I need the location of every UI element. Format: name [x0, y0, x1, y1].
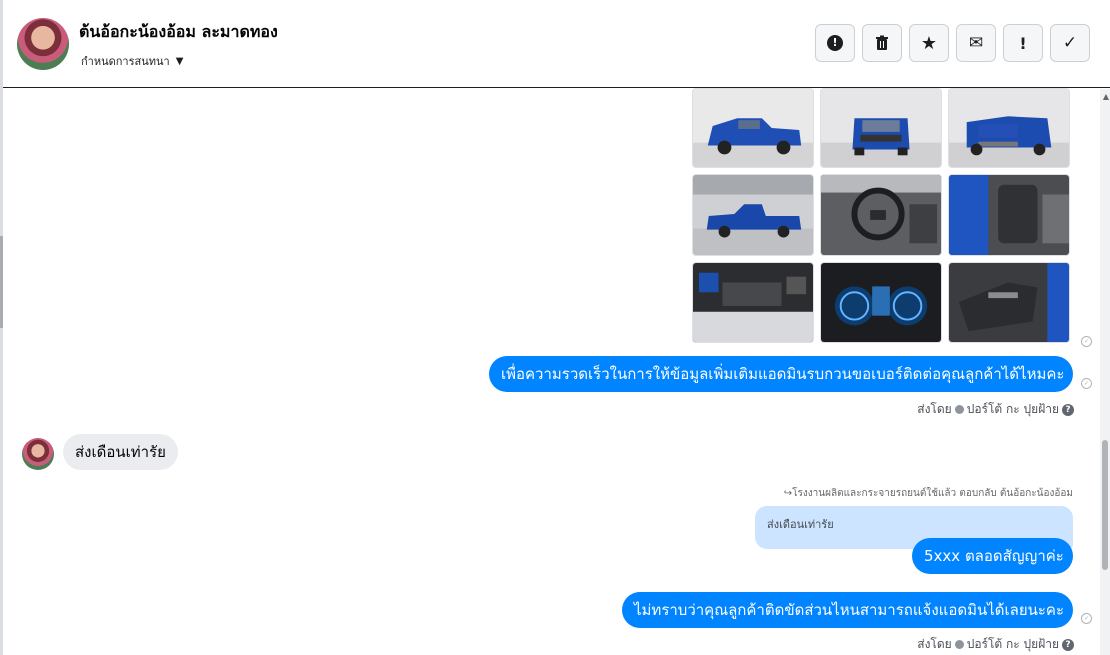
sent-by-label: ส่งโดย ปอร์โต้ กะ ปุยฝ้าย ?: [917, 635, 1074, 654]
message-outgoing[interactable]: เพื่อความรวดเร็วในการให้ข้อมูลเพิ่มเติมแ…: [489, 356, 1073, 392]
sent-by-prefix: ส่งโดย: [917, 402, 952, 416]
avatar[interactable]: [22, 438, 54, 470]
photo-driver-seat[interactable]: [948, 174, 1070, 256]
photo-grid: [692, 88, 1072, 345]
seen-check-icon: ✓: [1081, 378, 1092, 389]
scrollbar-track[interactable]: [1100, 89, 1110, 655]
alert-button[interactable]: !: [815, 24, 855, 62]
photo-steering-wheel[interactable]: [820, 174, 942, 256]
conversation-header: ต้นอ้อกะน้องอ้อม ละมาดทอง กำหนดการสนทนา …: [3, 0, 1110, 88]
scrollbar-thumb[interactable]: [1102, 440, 1108, 570]
seen-check-icon: ✓: [1081, 613, 1092, 624]
info-icon[interactable]: ?: [1062, 403, 1074, 416]
check-icon: ✓: [1062, 33, 1078, 53]
avatar[interactable]: [17, 18, 69, 70]
verified-icon: [954, 640, 964, 649]
conversation-settings[interactable]: กำหนดการสนทนา ▼: [81, 52, 183, 70]
left-panel-handle[interactable]: [0, 236, 3, 328]
photo-pickup-front[interactable]: [820, 88, 942, 168]
sent-by-prefix: ส่งโดย: [917, 637, 952, 651]
mark-unread-button[interactable]: ✉: [956, 24, 996, 62]
verified-icon: [954, 405, 964, 414]
trash-icon: [876, 35, 888, 50]
message-outgoing[interactable]: 5xxx ตลอดสัญญาค่ะ: [912, 538, 1073, 574]
photo-instrument-cluster[interactable]: [820, 262, 942, 343]
toolbar: ! ★ ✉ ! ✓: [815, 24, 1090, 62]
delete-button[interactable]: [862, 24, 902, 62]
scroll-up-arrow[interactable]: ▲: [1103, 92, 1109, 101]
photo-pickup-front-left[interactable]: [692, 88, 814, 168]
star-button[interactable]: ★: [909, 24, 949, 62]
exclamation-icon: !: [1019, 33, 1027, 53]
photo-engine-bay[interactable]: [692, 262, 814, 343]
sent-by-name[interactable]: ปอร์โต้ กะ ปุยฝ้าย: [967, 635, 1059, 654]
flag-button[interactable]: !: [1003, 24, 1043, 62]
sent-by-name[interactable]: ปอร์โต้ กะ ปุยฝ้าย: [967, 400, 1059, 419]
done-button[interactable]: ✓: [1050, 24, 1090, 62]
caret-down-icon: ▼: [175, 55, 184, 67]
photo-door-panel[interactable]: [948, 262, 1070, 343]
photo-pickup-rear[interactable]: [948, 88, 1070, 168]
message-outgoing[interactable]: ไม่ทราบว่าคุณลูกค้าติดขัดส่วนไหนสามารถแจ…: [622, 592, 1073, 628]
envelope-icon: ✉: [968, 33, 984, 53]
sent-by-label: ส่งโดย ปอร์โต้ กะ ปุยฝ้าย ?: [917, 400, 1074, 419]
reply-meta: ↪โรงงานผลิตและกระจายรถยนต์ใช้แล้ว ตอบกลั…: [783, 488, 1073, 499]
contact-name[interactable]: ต้นอ้อกะน้องอ้อม ละมาดทอง: [79, 20, 278, 45]
alert-circle-icon: !: [827, 35, 843, 51]
subtitle-label: กำหนดการสนทนา: [81, 55, 170, 68]
seen-check-icon: ✓: [1081, 336, 1092, 347]
message-incoming[interactable]: ส่งเดือนเท่ารัย: [63, 434, 178, 470]
star-icon: ★: [920, 32, 938, 54]
info-icon[interactable]: ?: [1062, 638, 1074, 651]
photo-pickup-side[interactable]: [692, 174, 814, 256]
